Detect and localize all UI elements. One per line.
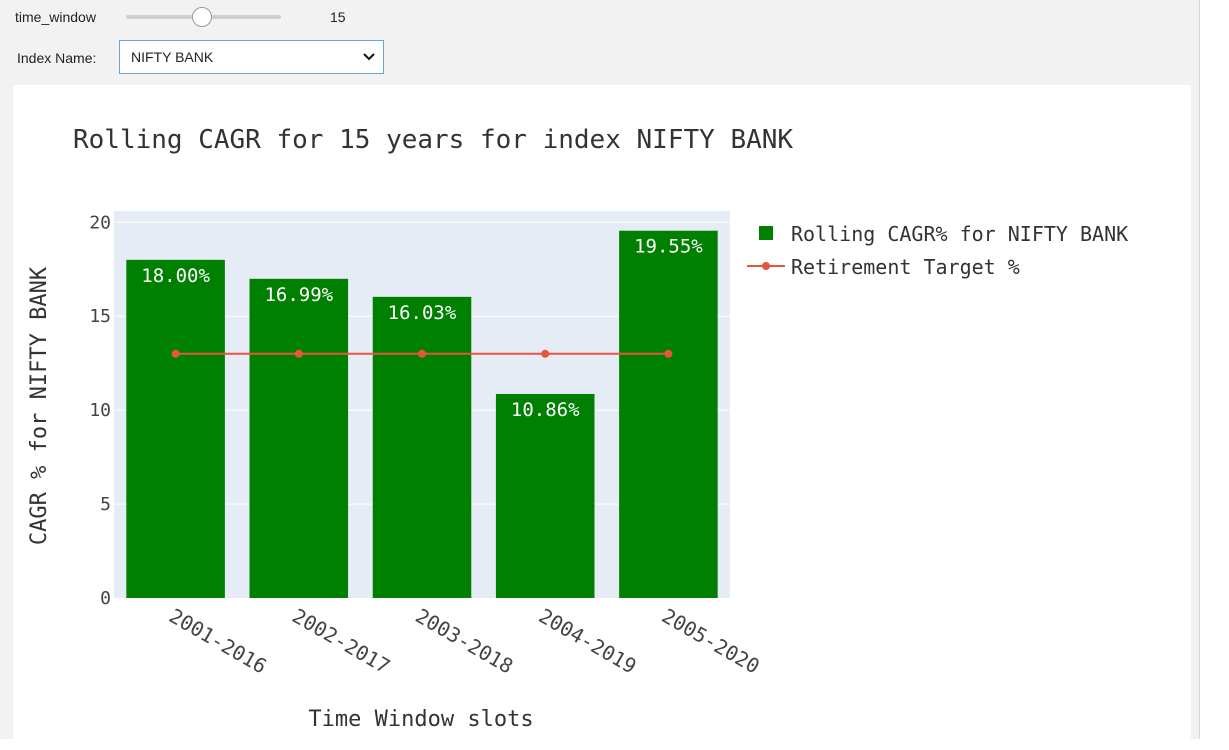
right-margin <box>1200 0 1229 739</box>
x-tick-label: 2002-2017 <box>288 604 394 679</box>
y-tick-label: 20 <box>89 212 111 233</box>
target-point <box>171 349 180 358</box>
bar-value-label: 19.55% <box>634 236 703 258</box>
y-tick-label: 15 <box>89 306 111 327</box>
bar <box>372 296 472 598</box>
legend-bar-swatch <box>759 226 773 240</box>
y-axis-title: CAGR % for NIFTY BANK <box>27 266 52 545</box>
bar-value-label: 16.99% <box>264 284 333 306</box>
x-tick-label: 2001-2016 <box>165 604 271 679</box>
index-name-selected-value: NIFTY BANK <box>131 49 214 65</box>
chevron-down-icon <box>363 53 375 61</box>
bar-value-label: 10.86% <box>511 399 580 421</box>
legend-line-label: Retirement Target % <box>791 255 1020 279</box>
target-point <box>541 349 550 358</box>
x-tick-label: 2004-2019 <box>535 604 641 679</box>
x-axis-ticks: 2001-2016 2002-2017 2003-2018 2004-2019 2005… <box>165 604 764 679</box>
x-axis-title: Time Window slots <box>308 707 533 732</box>
legend: Rolling CAGR% for NIFTY BANK Retirement T… <box>747 222 1128 279</box>
y-axis-ticks: 0 5 10 15 20 <box>89 212 111 609</box>
target-point <box>294 349 303 358</box>
bar <box>495 393 595 598</box>
bar-value-label: 16.03% <box>388 302 457 324</box>
time-window-slider-handle[interactable] <box>192 7 212 27</box>
x-tick-label: 2005-2020 <box>658 604 764 679</box>
legend-bar-label: Rolling CAGR% for NIFTY BANK <box>791 222 1128 246</box>
legend-line-marker <box>762 262 770 270</box>
time-window-value: 15 <box>330 9 346 25</box>
bar <box>249 278 349 598</box>
x-tick-label: 2003-2018 <box>412 604 518 679</box>
time-window-label: time_window <box>15 9 96 25</box>
chart-title: Rolling CAGR for 15 years for index NIFT… <box>73 125 793 155</box>
y-tick-label: 0 <box>100 588 111 609</box>
index-name-select[interactable]: NIFTY BANK <box>119 40 384 74</box>
bar <box>619 230 718 599</box>
y-tick-label: 5 <box>100 494 111 515</box>
y-tick-label: 10 <box>89 400 111 421</box>
cagr-chart: Rolling CAGR for 15 years for index NIFT… <box>27 125 1128 732</box>
chart-output-area: Rolling CAGR for 15 years for index NIFT… <box>13 85 1191 745</box>
target-point <box>418 349 426 358</box>
bar <box>126 259 225 598</box>
bar-value-label: 18.00% <box>141 265 210 287</box>
target-point <box>664 349 673 358</box>
index-name-label: Index Name: <box>17 50 97 66</box>
